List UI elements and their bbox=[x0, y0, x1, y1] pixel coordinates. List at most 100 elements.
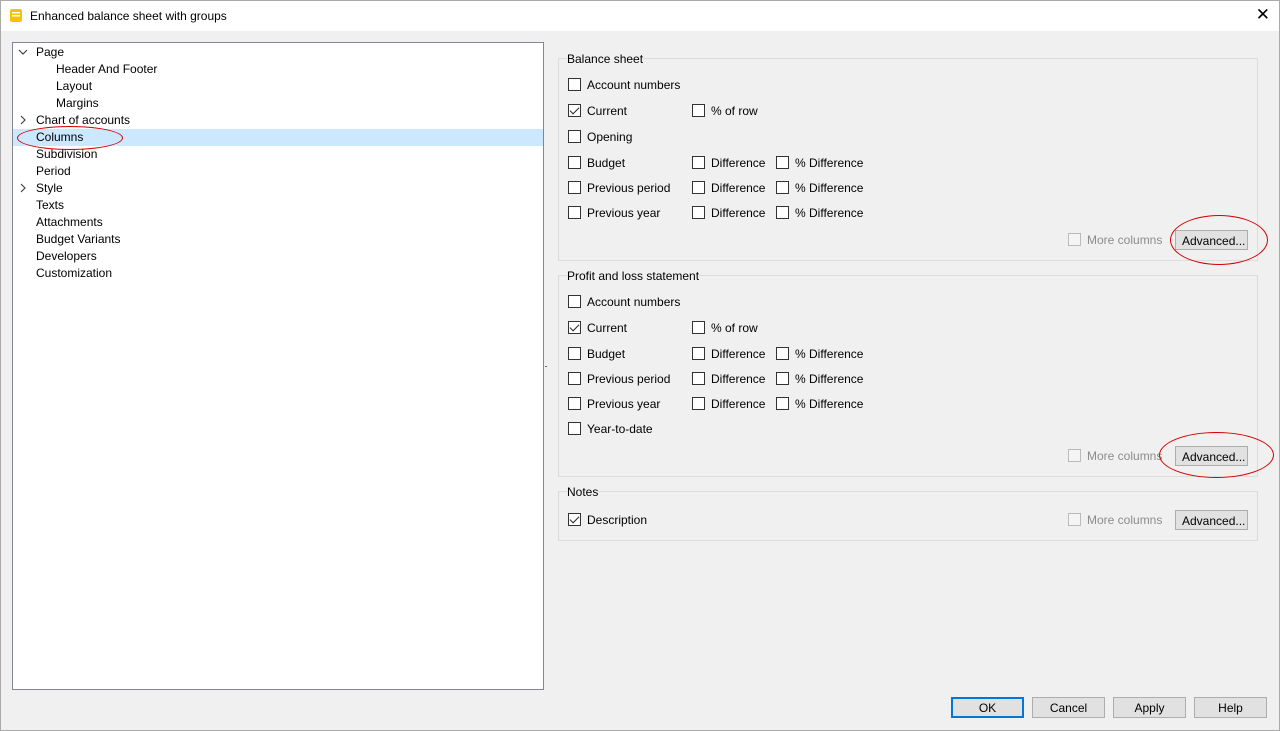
chevron-right-icon[interactable] bbox=[18, 115, 28, 125]
bs-option-label: Current bbox=[587, 104, 628, 118]
tree-item[interactable]: Margins bbox=[56, 95, 99, 112]
bs-checkbox[interactable] bbox=[568, 181, 581, 194]
tree-item[interactable]: Budget Variants bbox=[36, 231, 121, 248]
pl-option[interactable]: Year-to-date bbox=[568, 421, 653, 437]
bs-option[interactable]: Difference bbox=[692, 180, 765, 196]
bs-option-label: Previous year bbox=[587, 206, 661, 220]
pl-checkbox[interactable] bbox=[568, 347, 581, 360]
bs-checkbox[interactable] bbox=[692, 156, 705, 169]
notes-description-option[interactable]: Description bbox=[568, 512, 647, 528]
bs-option[interactable]: % Difference bbox=[776, 180, 863, 196]
tree-item[interactable]: Developers bbox=[36, 248, 97, 265]
bs-checkbox[interactable] bbox=[692, 104, 705, 117]
pl-more-columns: More columns bbox=[1068, 448, 1162, 464]
splitter-handle[interactable] bbox=[545, 366, 547, 367]
bs-option[interactable]: Previous period bbox=[568, 180, 670, 196]
pl-option[interactable]: Difference bbox=[692, 346, 765, 362]
pl-option[interactable]: Difference bbox=[692, 396, 765, 412]
bs-option[interactable]: % Difference bbox=[776, 205, 863, 221]
pl-option-label: Difference bbox=[711, 347, 766, 361]
bs-advanced-button[interactable]: Advanced... bbox=[1175, 230, 1248, 250]
tree-item[interactable]: Chart of accounts bbox=[36, 112, 130, 129]
tree-item[interactable]: Subdivision bbox=[36, 146, 97, 163]
tree-item[interactable]: Page bbox=[36, 44, 64, 61]
tree-item[interactable]: Period bbox=[36, 163, 71, 180]
bs-checkbox[interactable] bbox=[568, 78, 581, 91]
ok-button[interactable]: OK bbox=[951, 697, 1024, 718]
bs-more-columns-checkbox bbox=[1068, 233, 1081, 246]
notes-title: Notes bbox=[567, 485, 599, 499]
pl-option-label: Account numbers bbox=[587, 295, 681, 309]
tree-item[interactable]: Texts bbox=[36, 197, 64, 214]
pl-checkbox[interactable] bbox=[568, 295, 581, 308]
notes-more-columns-checkbox bbox=[1068, 513, 1081, 526]
bs-option-label: Difference bbox=[711, 156, 766, 170]
tree-item-label: Style bbox=[36, 181, 63, 195]
tree-item[interactable]: Attachments bbox=[36, 214, 103, 231]
pl-checkbox[interactable] bbox=[776, 397, 789, 410]
bs-option[interactable]: Difference bbox=[692, 205, 765, 221]
apply-button[interactable]: Apply bbox=[1113, 697, 1186, 718]
bs-option[interactable]: Current bbox=[568, 103, 627, 119]
notes-more-columns: More columns bbox=[1068, 512, 1162, 528]
bs-checkbox[interactable] bbox=[776, 181, 789, 194]
pl-option[interactable]: Budget bbox=[568, 346, 625, 362]
pl-checkbox[interactable] bbox=[692, 321, 705, 334]
pl-checkbox[interactable] bbox=[568, 372, 581, 385]
pl-option[interactable]: % Difference bbox=[776, 346, 863, 362]
tree-item-label: Budget Variants bbox=[36, 232, 121, 246]
chevron-right-icon[interactable] bbox=[18, 183, 28, 193]
profit-loss-title: Profit and loss statement bbox=[567, 269, 700, 283]
pl-checkbox[interactable] bbox=[692, 397, 705, 410]
pl-checkbox[interactable] bbox=[568, 397, 581, 410]
bs-option[interactable]: Difference bbox=[692, 155, 765, 171]
tree-item[interactable]: Style bbox=[36, 180, 63, 197]
pl-option[interactable]: Current bbox=[568, 320, 627, 336]
settings-tree[interactable]: Page Header And Footer Layout Margins Chart … bbox=[12, 42, 544, 690]
bs-option[interactable]: Previous year bbox=[568, 205, 660, 221]
tree-item[interactable]: Columns bbox=[13, 129, 543, 146]
pl-more-columns-checkbox bbox=[1068, 449, 1081, 462]
pl-option[interactable]: % of row bbox=[692, 320, 758, 336]
bs-checkbox[interactable] bbox=[692, 206, 705, 219]
bs-checkbox[interactable] bbox=[776, 206, 789, 219]
close-icon[interactable]: ✕ bbox=[1256, 6, 1270, 24]
bs-checkbox[interactable] bbox=[568, 130, 581, 143]
notes-advanced-button[interactable]: Advanced... bbox=[1175, 510, 1248, 530]
pl-option[interactable]: Previous period bbox=[568, 371, 670, 387]
pl-checkbox[interactable] bbox=[568, 321, 581, 334]
pl-option[interactable]: % Difference bbox=[776, 396, 863, 412]
pl-option[interactable]: Difference bbox=[692, 371, 765, 387]
pl-checkbox[interactable] bbox=[692, 347, 705, 360]
chevron-down-icon[interactable] bbox=[18, 47, 28, 57]
bs-checkbox[interactable] bbox=[568, 206, 581, 219]
pl-advanced-button[interactable]: Advanced... bbox=[1175, 446, 1248, 466]
bs-option[interactable]: % of row bbox=[692, 103, 758, 119]
bs-option[interactable]: Budget bbox=[568, 155, 625, 171]
tree-item[interactable]: Customization bbox=[36, 265, 112, 282]
bs-checkbox[interactable] bbox=[776, 156, 789, 169]
bs-checkbox[interactable] bbox=[568, 104, 581, 117]
bs-option[interactable]: % Difference bbox=[776, 155, 863, 171]
pl-checkbox[interactable] bbox=[568, 422, 581, 435]
bs-checkbox[interactable] bbox=[568, 156, 581, 169]
bs-option[interactable]: Account numbers bbox=[568, 77, 680, 93]
tree-item[interactable]: Header And Footer bbox=[56, 61, 157, 78]
pl-option[interactable]: % Difference bbox=[776, 371, 863, 387]
cancel-button[interactable]: Cancel bbox=[1032, 697, 1105, 718]
tree-item[interactable]: Layout bbox=[56, 78, 92, 95]
bs-option[interactable]: Opening bbox=[568, 129, 632, 145]
pl-option[interactable]: Account numbers bbox=[568, 294, 680, 310]
notes-description-checkbox[interactable] bbox=[568, 513, 581, 526]
pl-option-label: Difference bbox=[711, 372, 766, 386]
pl-checkbox[interactable] bbox=[692, 372, 705, 385]
bs-checkbox[interactable] bbox=[692, 181, 705, 194]
pl-checkbox[interactable] bbox=[776, 347, 789, 360]
pl-checkbox[interactable] bbox=[776, 372, 789, 385]
pl-option[interactable]: Previous year bbox=[568, 396, 660, 412]
tree-item-label: Columns bbox=[36, 130, 84, 144]
bs-option-label: Difference bbox=[711, 206, 766, 220]
help-button[interactable]: Help bbox=[1194, 697, 1267, 718]
pl-option-label: Year-to-date bbox=[587, 422, 653, 436]
bs-option-label: Previous period bbox=[587, 181, 671, 195]
